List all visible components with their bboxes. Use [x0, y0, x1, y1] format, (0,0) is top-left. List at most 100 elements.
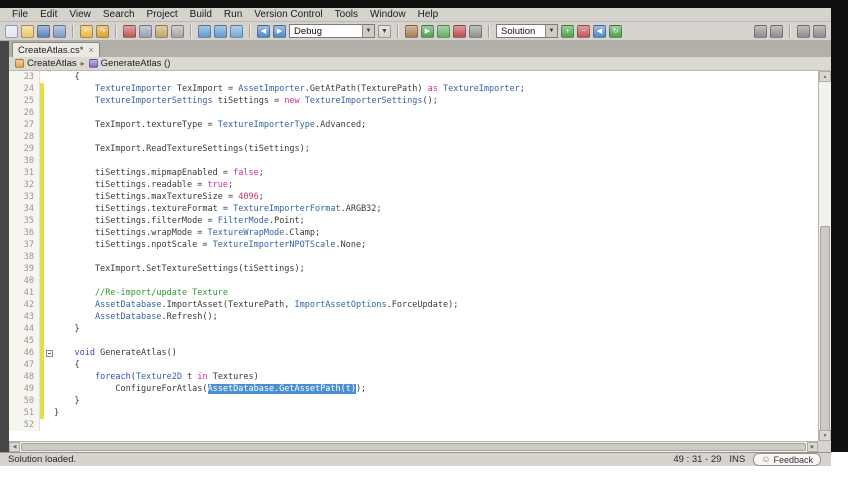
menu-edit[interactable]: Edit: [34, 8, 63, 21]
line-number[interactable]: 25: [9, 95, 40, 107]
breadcrumb-class[interactable]: CreateAtlas: [15, 58, 77, 69]
redo-icon[interactable]: ↷: [96, 24, 109, 38]
toggle-outline-icon[interactable]: [770, 24, 783, 38]
line-number[interactable]: 38: [9, 251, 40, 263]
code-line[interactable]: TexImport.SetTextureSettings(tiSettings)…: [54, 263, 818, 275]
cut-icon[interactable]: [123, 24, 136, 38]
menu-window[interactable]: Window: [364, 8, 412, 21]
code-line[interactable]: }: [54, 323, 818, 335]
device-target-dropdown-icon[interactable]: ▼: [378, 24, 391, 38]
code-line[interactable]: ConfigureForAtlas(AssetDatabase.GetAsset…: [54, 383, 818, 395]
chevron-down-icon[interactable]: ▼: [362, 25, 374, 37]
line-number[interactable]: 44: [9, 323, 40, 335]
code-line[interactable]: tiSettings.npotScale = TextureImporterNP…: [54, 239, 818, 251]
scroll-down-icon[interactable]: ▼: [819, 430, 831, 441]
menu-tools[interactable]: Tools: [329, 8, 364, 21]
horizontal-scrollbar-thumb[interactable]: [21, 443, 806, 451]
code-line[interactable]: [54, 131, 818, 143]
menu-build[interactable]: Build: [184, 8, 218, 21]
search-icon[interactable]: [198, 24, 211, 38]
code-line[interactable]: {: [54, 359, 818, 371]
vertical-scrollbar-thumb[interactable]: [820, 226, 830, 434]
code-line[interactable]: [54, 419, 818, 431]
menu-version-control[interactable]: Version Control: [248, 8, 328, 21]
breadcrumb-method[interactable]: GenerateAtlas (): [88, 58, 170, 69]
line-number[interactable]: 47: [9, 359, 40, 371]
paste-icon[interactable]: [155, 24, 168, 38]
code-line[interactable]: tiSettings.maxTextureSize = 4096;: [54, 191, 818, 203]
line-number[interactable]: 24: [9, 83, 40, 95]
line-number[interactable]: 49: [9, 383, 40, 395]
line-number[interactable]: 29: [9, 143, 40, 155]
debug-run-icon[interactable]: [437, 24, 450, 38]
line-number[interactable]: 30: [9, 155, 40, 167]
menu-project[interactable]: Project: [141, 8, 184, 21]
menu-search[interactable]: Search: [97, 8, 141, 21]
line-number[interactable]: 32: [9, 179, 40, 191]
code-line[interactable]: void GenerateAtlas(): [54, 347, 818, 359]
code-line[interactable]: TexImport.ReadTextureSettings(tiSettings…: [54, 143, 818, 155]
code-line[interactable]: tiSettings.textureFormat = TextureImport…: [54, 203, 818, 215]
line-number[interactable]: 45: [9, 335, 40, 347]
undo-icon[interactable]: ↶: [80, 24, 93, 38]
save-icon[interactable]: [37, 24, 50, 38]
code-line[interactable]: {: [54, 71, 818, 83]
line-number[interactable]: 26: [9, 107, 40, 119]
code-line[interactable]: //Re-import/update Texture: [54, 287, 818, 299]
code-line[interactable]: AssetDatabase.ImportAsset(TexturePath, I…: [54, 299, 818, 311]
code-line[interactable]: }: [54, 407, 818, 419]
tab-createatlas[interactable]: CreateAtlas.cs* ×: [12, 42, 100, 57]
scroll-left-icon[interactable]: ◀: [9, 442, 20, 452]
open-file-icon[interactable]: [21, 24, 34, 38]
run-icon[interactable]: ▶: [421, 24, 434, 38]
line-number[interactable]: 23: [9, 71, 40, 83]
code-line[interactable]: [54, 335, 818, 347]
navigate-forward-icon[interactable]: ▶: [273, 24, 286, 38]
previous-result-icon[interactable]: ◀: [593, 24, 606, 38]
code-line[interactable]: [54, 251, 818, 263]
run-configuration-combo[interactable]: Debug ▼: [289, 24, 375, 38]
scroll-up-icon[interactable]: ▲: [819, 71, 831, 82]
feedback-button[interactable]: ☺ Feedback: [753, 453, 821, 466]
save-all-icon[interactable]: [53, 24, 66, 38]
delete-icon[interactable]: [171, 24, 184, 38]
code-line[interactable]: tiSettings.filterMode = FilterMode.Point…: [54, 215, 818, 227]
menu-view[interactable]: View: [63, 8, 97, 21]
menu-run[interactable]: Run: [218, 8, 248, 21]
line-number[interactable]: 37: [9, 239, 40, 251]
code-line[interactable]: }: [54, 395, 818, 407]
line-number[interactable]: 35: [9, 215, 40, 227]
code-line[interactable]: TextureImporterSettings tiSettings = new…: [54, 95, 818, 107]
find-replace-icon[interactable]: [214, 24, 227, 38]
remove-icon[interactable]: −: [577, 24, 590, 38]
toggle-fold-icon[interactable]: [754, 24, 767, 38]
stop-icon[interactable]: [453, 24, 466, 38]
fullscreen-icon[interactable]: [813, 24, 826, 38]
code-line[interactable]: [54, 107, 818, 119]
new-file-icon[interactable]: [5, 24, 18, 38]
copy-icon[interactable]: [139, 24, 152, 38]
menu-help[interactable]: Help: [412, 8, 445, 21]
line-number[interactable]: 28: [9, 131, 40, 143]
code-line[interactable]: [54, 275, 818, 287]
line-number[interactable]: 48: [9, 371, 40, 383]
attach-debugger-icon[interactable]: [469, 24, 482, 38]
line-number[interactable]: 31: [9, 167, 40, 179]
navigate-back-icon[interactable]: ◀: [257, 24, 270, 38]
vertical-scrollbar[interactable]: ▲ ▼: [818, 71, 831, 441]
line-number[interactable]: 39: [9, 263, 40, 275]
horizontal-scrollbar[interactable]: ◀ ▶: [9, 441, 818, 452]
code-line[interactable]: TextureImporter TexImport = AssetImporte…: [54, 83, 818, 95]
line-number[interactable]: 36: [9, 227, 40, 239]
code-line[interactable]: tiSettings.wrapMode = TextureWrapMode.Cl…: [54, 227, 818, 239]
line-number[interactable]: 34: [9, 203, 40, 215]
line-number[interactable]: 40: [9, 275, 40, 287]
code-line[interactable]: TexImport.textureType = TextureImporterT…: [54, 119, 818, 131]
code-line[interactable]: [54, 155, 818, 167]
line-number[interactable]: 52: [9, 419, 40, 431]
line-number[interactable]: 46: [9, 347, 40, 359]
line-number[interactable]: 33: [9, 191, 40, 203]
fold-toggle[interactable]: [45, 349, 53, 357]
line-number[interactable]: 51: [9, 407, 40, 419]
code-line[interactable]: foreach(Texture2D t in Textures): [54, 371, 818, 383]
